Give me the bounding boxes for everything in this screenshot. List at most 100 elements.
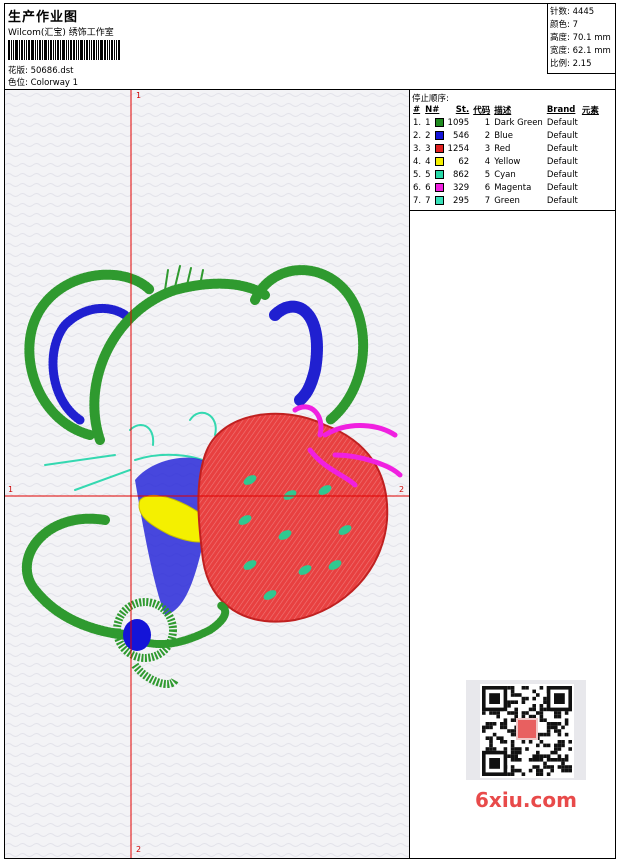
row-element <box>580 181 601 194</box>
row-needle: 7 <box>425 195 431 206</box>
col-needle: N# <box>425 104 440 115</box>
row-index: 7. <box>413 195 422 206</box>
row-element <box>580 168 601 181</box>
row-element <box>580 155 601 168</box>
row-description: Yellow <box>494 156 521 167</box>
row-stitches: 62 <box>458 156 470 167</box>
row-swatch <box>433 142 446 155</box>
design-canvas[interactable]: 1 2 1 2 <box>5 90 410 858</box>
color-swatch <box>434 169 444 179</box>
studio-name: Wilcom(汇宝) 绣饰工作室 <box>8 28 114 38</box>
col-element: 元素 <box>581 105 599 116</box>
row-description: Dark Green <box>494 117 543 128</box>
row-index: 1. <box>413 117 422 128</box>
row-description: Cyan <box>494 169 516 180</box>
thread-row[interactable]: 7. 7 295 7 Green Default <box>411 194 601 207</box>
axis-label-bottom: 2 <box>136 845 142 854</box>
design-value: 50686.dst <box>30 66 74 76</box>
row-code: 4 <box>484 156 491 167</box>
row-swatch <box>433 116 446 129</box>
row-needle: 6 <box>425 182 431 193</box>
col-description: 描述 <box>494 105 512 116</box>
row-swatch <box>433 168 446 181</box>
row-needle: 2 <box>425 130 431 141</box>
thread-table-header: # N# St. 代码 描述 Brand 元素 <box>411 103 601 116</box>
watermark: 6xiu.com <box>475 788 577 812</box>
design-label: 花版: <box>8 66 28 76</box>
axis-label-right: 2 <box>399 485 405 494</box>
barcode <box>8 40 133 60</box>
row-stitches: 862 <box>452 169 470 180</box>
color-swatch <box>434 117 444 127</box>
row-description: Green <box>494 195 520 206</box>
row-code: 1 <box>484 117 491 128</box>
row-element <box>580 116 601 129</box>
row-stitches: 329 <box>452 182 470 193</box>
design-height: 高度: 70.1 mm <box>550 33 611 43</box>
thread-row[interactable]: 1. 1 1095 1 Dark Green Default <box>411 116 601 129</box>
axis-label-top: 1 <box>136 91 142 100</box>
row-index: 3. <box>413 143 422 154</box>
thread-row[interactable]: 5. 5 862 5 Cyan Default <box>411 168 601 181</box>
thread-table: # N# St. 代码 描述 Brand 元素 1. 1 1095 1 Dark Gre… <box>411 103 601 207</box>
row-swatch <box>433 194 446 207</box>
stitch-count: 针数: 4445 <box>550 7 595 17</box>
color-swatch <box>434 182 444 192</box>
row-code: 2 <box>484 130 491 141</box>
row-brand: Default <box>546 117 578 128</box>
row-stitches: 295 <box>452 195 470 206</box>
row-code: 6 <box>484 182 491 193</box>
colorway-label: 色位: <box>8 78 28 88</box>
thread-row[interactable]: 4. 4 62 4 Yellow Default <box>411 155 601 168</box>
row-code: 5 <box>484 169 491 180</box>
page-title: 生产作业图 <box>8 10 79 25</box>
color-count: 颜色: 7 <box>550 20 578 30</box>
row-needle: 3 <box>425 143 431 154</box>
row-stitches: 546 <box>452 130 470 141</box>
design-scale: 比例: 2.15 <box>550 59 592 69</box>
col-index: # <box>413 104 421 115</box>
row-description: Red <box>494 143 511 154</box>
row-stitches: 1254 <box>447 143 470 154</box>
color-swatch <box>434 195 444 205</box>
row-element <box>580 142 601 155</box>
qr-code-icon <box>480 684 574 778</box>
colorway-line: 色位: Colorway 1 <box>8 76 78 88</box>
design-line: 花版: 50686.dst <box>8 64 73 76</box>
color-swatch <box>434 156 444 166</box>
row-needle: 5 <box>425 169 431 180</box>
row-swatch <box>433 129 446 142</box>
col-code: 代码 <box>473 105 491 116</box>
header: 生产作业图 Wilcom(汇宝) 绣饰工作室 花版: 50686.dst 色位:… <box>5 4 615 90</box>
colorway-value: Colorway 1 <box>30 78 79 88</box>
row-needle: 1 <box>425 117 431 128</box>
row-brand: Default <box>546 130 578 141</box>
table-divider <box>410 210 615 211</box>
thread-row[interactable]: 2. 2 546 2 Blue Default <box>411 129 601 142</box>
row-element <box>580 129 601 142</box>
row-code: 7 <box>484 195 491 206</box>
color-swatch <box>434 130 444 140</box>
row-swatch <box>433 181 446 194</box>
col-stitches: St. <box>455 104 470 115</box>
row-stitches: 1095 <box>447 117 470 128</box>
embroidery-preview <box>5 90 409 858</box>
color-swatch <box>434 143 444 153</box>
design-width: 宽度: 62.1 mm <box>550 46 611 56</box>
stats-panel: 针数: 4445 颜色: 7 高度: 70.1 mm 宽度: 62.1 mm 比… <box>547 4 615 74</box>
row-swatch <box>433 155 446 168</box>
col-brand: Brand <box>546 104 576 115</box>
row-brand: Default <box>546 143 578 154</box>
row-brand: Default <box>546 169 578 180</box>
thread-row[interactable]: 6. 6 329 6 Magenta Default <box>411 181 601 194</box>
row-description: Magenta <box>494 182 532 193</box>
row-index: 5. <box>413 169 422 180</box>
qr-panel <box>466 680 586 780</box>
row-index: 4. <box>413 156 422 167</box>
row-index: 2. <box>413 130 422 141</box>
row-description: Blue <box>494 130 514 141</box>
row-brand: Default <box>546 182 578 193</box>
thread-row[interactable]: 3. 3 1254 3 Red Default <box>411 142 601 155</box>
row-code: 3 <box>484 143 491 154</box>
row-brand: Default <box>546 195 578 206</box>
